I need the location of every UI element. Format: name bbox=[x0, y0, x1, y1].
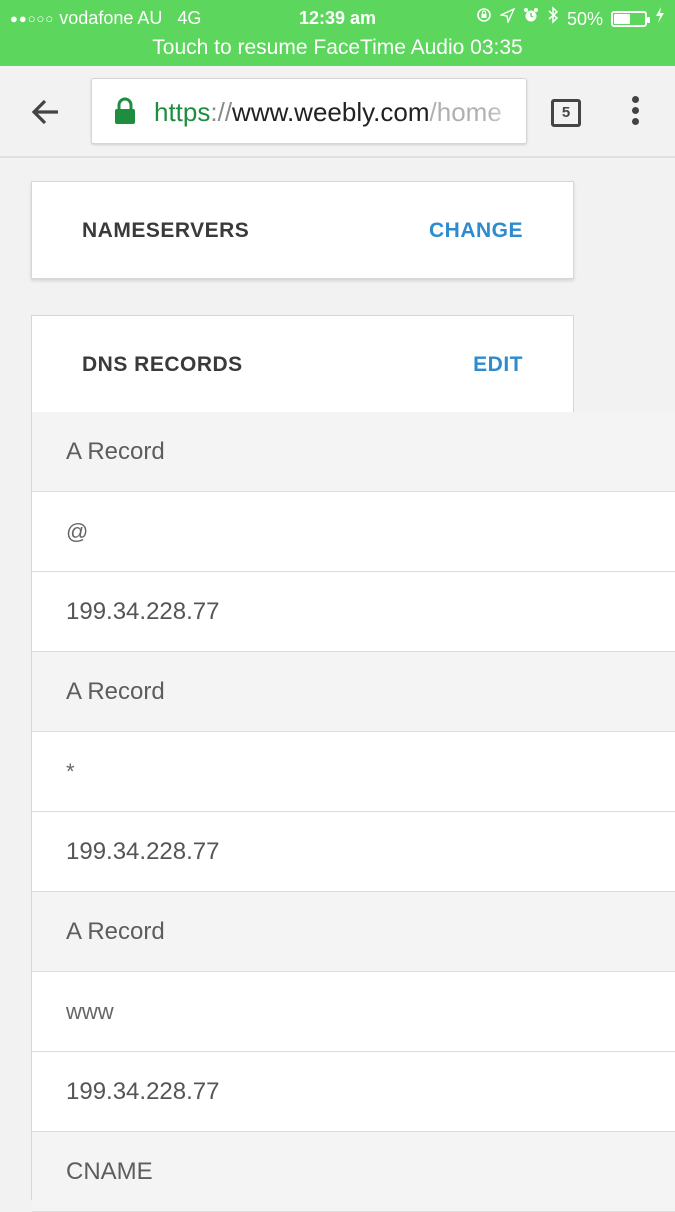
tab-switcher-button[interactable]: 5 bbox=[551, 99, 581, 127]
record-value: 199.34.228.77 bbox=[32, 812, 675, 892]
facetime-banner[interactable]: Touch to resume FaceTime Audio 03:35 bbox=[0, 35, 675, 61]
url-scheme: https bbox=[154, 97, 211, 127]
location-icon bbox=[498, 7, 516, 31]
overflow-menu-icon[interactable] bbox=[626, 96, 644, 130]
status-icons: 50% bbox=[476, 6, 665, 32]
nameservers-title: NAMESERVERS bbox=[82, 219, 250, 242]
record-host: * bbox=[32, 732, 675, 812]
edit-dns-button[interactable]: EDIT bbox=[473, 353, 523, 377]
status-row: ●●○○○ vodafone AU 4G 12:39 am 50% bbox=[0, 6, 675, 30]
record-value: 199.34.228.77 bbox=[32, 572, 675, 652]
dns-records-list: A Record @ 199.34.228.77 A Record * 199.… bbox=[31, 412, 675, 1212]
record-type: A Record bbox=[32, 412, 675, 492]
record-type: A Record bbox=[32, 652, 675, 732]
change-nameservers-button[interactable]: CHANGE bbox=[429, 219, 523, 243]
record-type: CNAME bbox=[32, 1132, 675, 1212]
battery-icon bbox=[611, 11, 650, 27]
back-arrow-icon[interactable] bbox=[28, 94, 64, 130]
lock-icon bbox=[114, 97, 136, 125]
address-bar[interactable]: https://www.weebly.com/home bbox=[91, 78, 527, 144]
alarm-icon bbox=[523, 7, 539, 31]
record-value: 199.34.228.77 bbox=[32, 1052, 675, 1132]
record-host: @ bbox=[32, 492, 675, 572]
charging-icon bbox=[655, 7, 665, 31]
url-host: www.weebly.com bbox=[232, 97, 430, 127]
url-fade bbox=[486, 79, 526, 143]
browser-toolbar: https://www.weebly.com/home 5 bbox=[0, 66, 675, 158]
status-bar: ●●○○○ vodafone AU 4G 12:39 am 50% Touch … bbox=[0, 0, 675, 66]
record-host: www bbox=[32, 972, 675, 1052]
url-text: https://www.weebly.com/home bbox=[154, 79, 502, 143]
record-type: A Record bbox=[32, 892, 675, 972]
battery-level bbox=[614, 14, 630, 24]
dns-records-title: DNS RECORDS bbox=[82, 353, 243, 376]
bluetooth-icon bbox=[547, 6, 559, 32]
url-separator: :// bbox=[210, 97, 233, 127]
nameservers-card: NAMESERVERS CHANGE bbox=[31, 181, 574, 279]
battery-percent: 50% bbox=[566, 9, 603, 29]
dns-records-card: DNS RECORDS EDIT bbox=[31, 315, 574, 414]
orientation-lock-icon bbox=[476, 7, 492, 31]
